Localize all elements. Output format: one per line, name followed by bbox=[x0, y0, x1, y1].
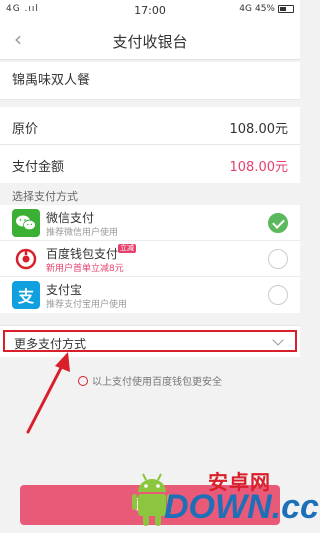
battery-icon bbox=[278, 5, 294, 13]
security-note-text: 以上支付使用百度钱包更安全 bbox=[92, 377, 222, 388]
payment-option-baidu-wallet[interactable]: 百度钱包支付 立减 新用户首单立减8元 bbox=[0, 241, 300, 277]
pay-amount-value: 108.00元 bbox=[229, 160, 289, 175]
original-price-row: 原价 108.00元 bbox=[0, 107, 300, 145]
payment-desc: 新用户首单立减8元 bbox=[46, 264, 124, 274]
payment-name: 百度钱包支付 bbox=[46, 247, 119, 261]
page-title: 支付收银台 bbox=[112, 33, 188, 51]
alipay-icon: 支 bbox=[12, 281, 40, 309]
status-bar: 4G .ııl 17:00 4G 45% bbox=[0, 0, 300, 20]
original-price-label: 原价 bbox=[12, 122, 39, 137]
nav-bar: ‹ 支付收银台 bbox=[0, 20, 300, 60]
payment-desc: 推荐微信用户使用 bbox=[46, 228, 119, 238]
more-payment-methods-row[interactable]: 更多支付方式 bbox=[0, 325, 300, 357]
original-price-value: 108.00元 bbox=[229, 122, 289, 137]
section-header: 选择支付方式 bbox=[12, 190, 78, 203]
network-indicator: 4G bbox=[239, 4, 252, 14]
discount-badge: 立减 bbox=[118, 244, 136, 253]
baidu-wallet-small-icon bbox=[78, 376, 88, 386]
payment-desc: 推荐支付宝用户使用 bbox=[46, 300, 128, 310]
pay-amount-row: 支付金额 108.00元 bbox=[0, 145, 300, 183]
baidu-wallet-icon bbox=[12, 245, 40, 273]
status-right: 4G 45% bbox=[239, 4, 294, 14]
payment-name: 支付宝 bbox=[46, 283, 83, 297]
chevron-down-icon bbox=[272, 334, 284, 346]
watermark: 安卓网 DOWN.cc bbox=[130, 462, 319, 533]
payment-option-alipay[interactable]: 支 支付宝 推荐支付宝用户使用 bbox=[0, 277, 300, 313]
radio-unselected[interactable] bbox=[268, 285, 288, 305]
order-title: 锦禹味双人餐 bbox=[0, 62, 300, 100]
payment-option-wechat[interactable]: 微信支付 推荐微信用户使用 bbox=[0, 205, 300, 241]
payment-name: 微信支付 bbox=[46, 211, 95, 225]
security-note: 以上支付使用百度钱包更安全 bbox=[0, 373, 300, 388]
radio-unselected[interactable] bbox=[268, 249, 288, 269]
pay-amount-label: 支付金额 bbox=[12, 160, 65, 175]
payment-method-list: 微信支付 推荐微信用户使用 百度钱包支付 立减 新用户首单立减8元 支 支付宝 … bbox=[0, 205, 300, 313]
wechat-pay-icon bbox=[12, 209, 40, 237]
watermark-brand: DOWN.cc bbox=[164, 488, 319, 526]
radio-selected[interactable] bbox=[268, 213, 288, 233]
more-payment-methods-label: 更多支付方式 bbox=[14, 337, 87, 351]
battery-percent: 45% bbox=[254, 4, 275, 14]
